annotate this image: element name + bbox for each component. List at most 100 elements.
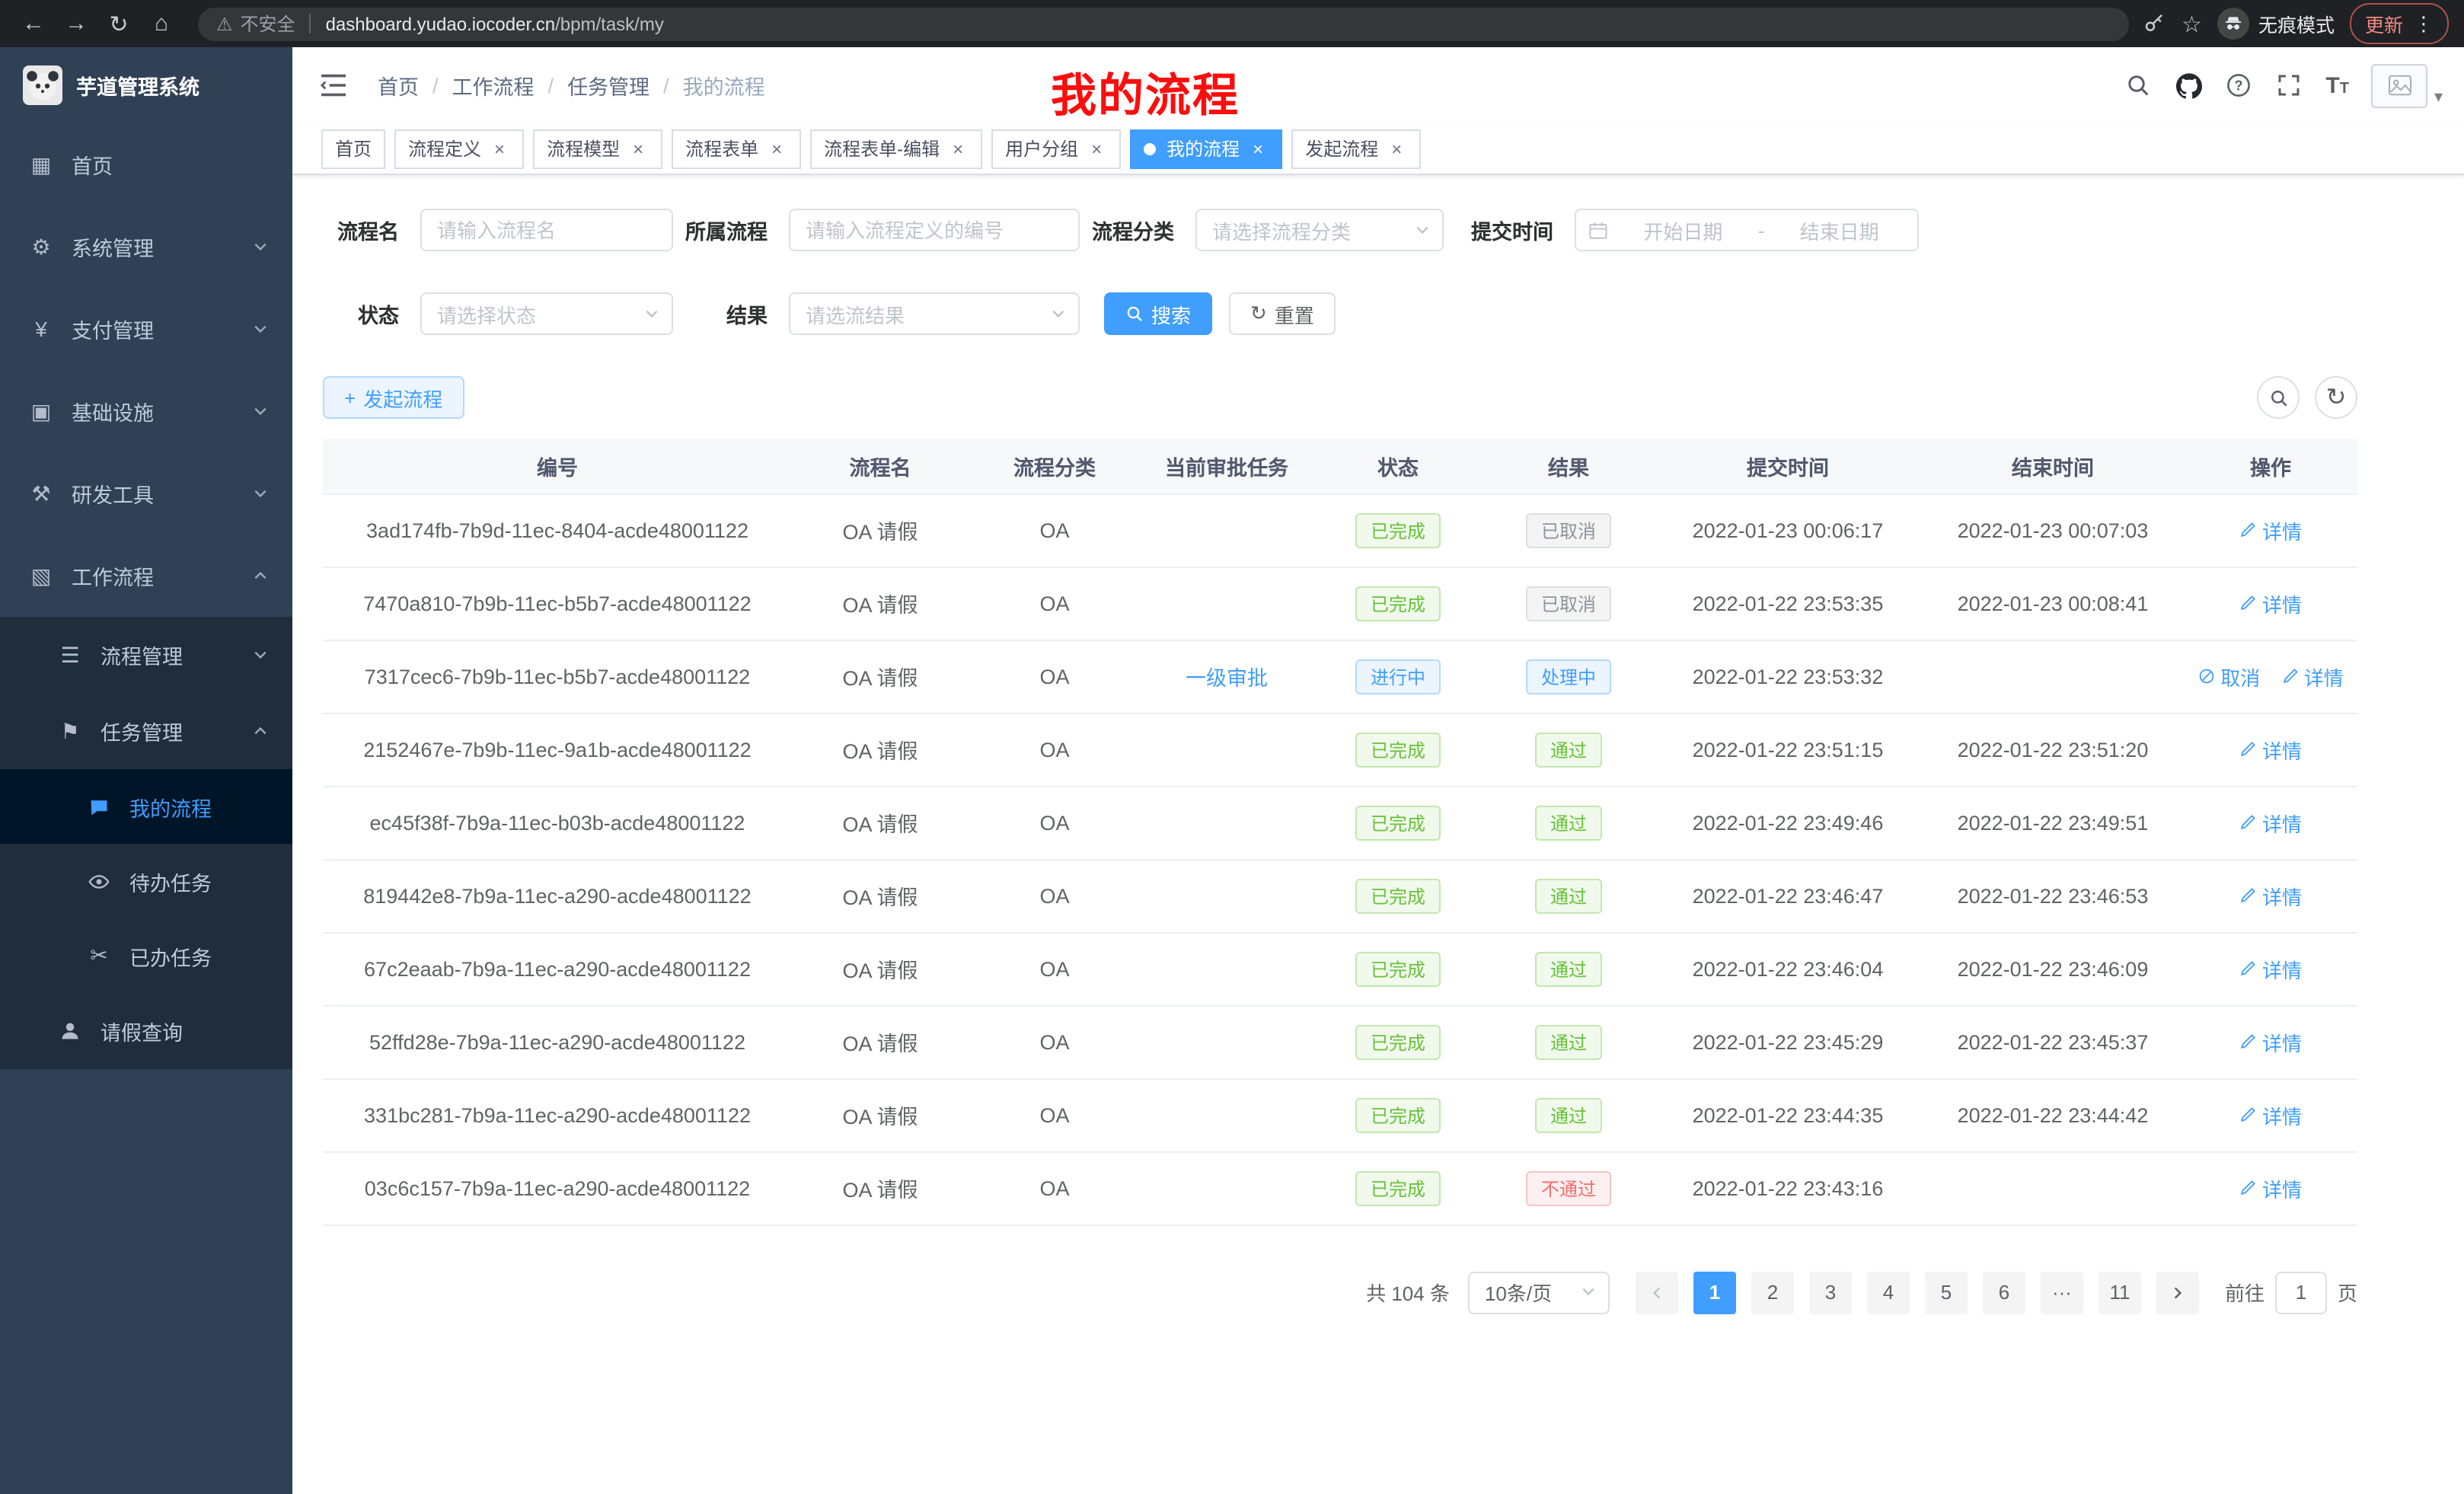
close-icon[interactable]: × — [489, 138, 510, 159]
sidebar-item-system[interactable]: ⚙ 系统管理 — [0, 206, 292, 288]
font-size-icon[interactable]: TT — [2325, 72, 2349, 98]
detail-link[interactable]: 详情 — [2239, 516, 2302, 544]
cell-result: 通过 — [1483, 859, 1654, 932]
detail-link[interactable]: 详情 — [2281, 662, 2344, 691]
reset-button[interactable]: ↻ 重置 — [1229, 292, 1336, 335]
detail-link[interactable]: 详情 — [2239, 1100, 2302, 1129]
update-label[interactable]: 更新 — [2365, 9, 2403, 38]
key-icon[interactable] — [2140, 11, 2166, 37]
sidebar-item-infrastructure[interactable]: ▣ 基础设施 — [0, 370, 292, 452]
date-range-picker[interactable]: 开始日期 - 结束日期 — [1575, 209, 1919, 251]
sidebar-item-label: 首页 — [72, 149, 113, 180]
fullscreen-icon[interactable] — [2275, 72, 2303, 99]
tab-my-process[interactable]: 我的流程× — [1130, 129, 1282, 168]
page-button-4[interactable]: 4 — [1867, 1271, 1910, 1314]
goto-page-input[interactable] — [2275, 1271, 2327, 1314]
browser-forward-icon[interactable]: → — [58, 5, 94, 42]
browser-back-icon[interactable]: ← — [15, 5, 52, 42]
detail-link[interactable]: 详情 — [2239, 735, 2302, 764]
page-button-2[interactable]: 2 — [1751, 1271, 1794, 1314]
page-button-11[interactable]: 11 — [2099, 1271, 2141, 1314]
close-icon[interactable]: × — [627, 138, 649, 159]
cell-current-task — [1141, 1151, 1313, 1224]
tab-process-model[interactable]: 流程模型× — [533, 129, 662, 168]
status-select[interactable]: 请选择状态 — [420, 292, 673, 335]
breadcrumb-home[interactable]: 首页 — [378, 70, 419, 101]
page-button-5[interactable]: 5 — [1925, 1271, 1968, 1314]
page-button-3[interactable]: 3 — [1809, 1271, 1852, 1314]
sidebar-item-todo-tasks[interactable]: 待办任务 — [0, 844, 292, 918]
sidebar-item-workflow[interactable]: ▧ 工作流程 — [0, 535, 292, 617]
sidebar-item-done-tasks[interactable]: ✂ 已办任务 — [0, 918, 292, 993]
user-menu[interactable]: ▾ — [2372, 63, 2443, 107]
cell-end-time: 2022-01-22 23:46:53 — [1922, 859, 2184, 932]
sidebar-item-payment[interactable]: ¥ 支付管理 — [0, 288, 292, 370]
bookmark-star-icon[interactable]: ☆ — [2182, 10, 2202, 37]
next-page-button[interactable] — [2156, 1271, 2199, 1314]
detail-link[interactable]: 详情 — [2239, 589, 2302, 618]
detail-link[interactable]: 详情 — [2239, 954, 2302, 983]
tab-home[interactable]: 首页 — [321, 129, 385, 168]
close-icon[interactable]: × — [947, 138, 969, 159]
detail-link[interactable]: 详情 — [2239, 881, 2302, 910]
avatar[interactable] — [2372, 63, 2428, 107]
close-icon[interactable]: × — [766, 138, 787, 159]
cell-id: 819442e8-7b9a-11ec-a290-acde48001122 — [323, 859, 792, 932]
breadcrumb-task-management[interactable]: 任务管理 — [567, 70, 650, 101]
page-button-1[interactable]: 1 — [1693, 1271, 1736, 1314]
sidebar-toggle-icon[interactable] — [320, 70, 350, 101]
cell-submit-time: 2022-01-22 23:53:32 — [1654, 640, 1922, 713]
address-bar[interactable]: ⚠ 不安全 dashboard.yudao.iocoder.cn /bpm/ta… — [198, 7, 2128, 40]
cell-submit-time: 2022-01-22 23:46:47 — [1654, 859, 1922, 932]
tab-process-form[interactable]: 流程表单× — [672, 129, 801, 168]
process-name-input[interactable] — [420, 209, 673, 251]
cell-status: 已完成 — [1313, 786, 1483, 859]
cell-result: 已取消 — [1483, 567, 1654, 640]
sidebar-item-leave-query[interactable]: 请假查询 — [0, 993, 292, 1069]
browser-menu-icon[interactable]: ⋮ — [2414, 11, 2434, 36]
sidebar-item-home[interactable]: ▦ 首页 — [0, 123, 292, 206]
sidebar-item-my-process[interactable]: 我的流程 — [0, 769, 292, 844]
start-process-button[interactable]: + 发起流程 — [323, 376, 464, 419]
page-button-6[interactable]: 6 — [1983, 1271, 2025, 1314]
tab-process-definition[interactable]: 流程定义× — [394, 129, 524, 168]
sidebar-item-devtools[interactable]: ⚒ 研发工具 — [0, 452, 292, 535]
detail-link[interactable]: 详情 — [2239, 808, 2302, 837]
close-icon[interactable]: × — [1386, 138, 1407, 159]
refresh-table-button[interactable]: ↻ — [2315, 376, 2357, 419]
breadcrumb-workflow[interactable]: 工作流程 — [452, 70, 535, 101]
tab-process-form-edit[interactable]: 流程表单-编辑× — [810, 129, 982, 168]
detail-link[interactable]: 详情 — [2239, 1027, 2302, 1056]
security-label[interactable]: 不安全 — [241, 11, 295, 37]
toggle-search-button[interactable] — [2257, 376, 2300, 419]
detail-link[interactable]: 详情 — [2239, 1173, 2302, 1202]
search-icon[interactable] — [2124, 72, 2152, 99]
result-badge: 已取消 — [1526, 512, 1611, 547]
page-size-select[interactable]: 10条/页 — [1468, 1271, 1610, 1314]
tab-user-group[interactable]: 用户分组× — [991, 129, 1121, 168]
close-icon[interactable]: × — [1086, 138, 1107, 159]
page-ellipsis[interactable]: ··· — [2041, 1271, 2083, 1314]
cancel-link[interactable]: 取消 — [2197, 662, 2260, 691]
process-definition-input[interactable] — [789, 209, 1080, 251]
browser-reload-icon[interactable]: ↻ — [101, 5, 137, 42]
eye-icon — [87, 870, 111, 892]
close-icon[interactable]: × — [1247, 138, 1269, 159]
sidebar-item-process-management[interactable]: ☰ 流程管理 — [0, 617, 292, 693]
status-badge: 已完成 — [1355, 1097, 1441, 1132]
search-button[interactable]: 搜索 — [1104, 292, 1212, 335]
toolbar-right: ↻ — [2257, 376, 2357, 419]
github-icon[interactable] — [2175, 72, 2202, 99]
browser-update-chip[interactable]: 更新 ⋮ — [2350, 3, 2449, 44]
sidebar-item-label: 工作流程 — [72, 560, 154, 591]
help-icon[interactable]: ? — [2225, 72, 2252, 99]
tab-start-process[interactable]: 发起流程× — [1291, 129, 1421, 168]
browser-home-icon[interactable]: ⌂ — [143, 5, 180, 42]
category-select[interactable]: 请选择流程分类 — [1195, 209, 1444, 251]
sidebar-item-task-management[interactable]: ⚑ 任务管理 — [0, 693, 292, 769]
prev-page-button[interactable] — [1636, 1271, 1678, 1314]
app-logo-row[interactable]: 芋道管理系统 — [0, 47, 292, 123]
chevron-up-icon — [253, 723, 268, 739]
user-icon — [58, 1020, 82, 1042]
result-select[interactable]: 请选流结果 — [789, 292, 1080, 335]
